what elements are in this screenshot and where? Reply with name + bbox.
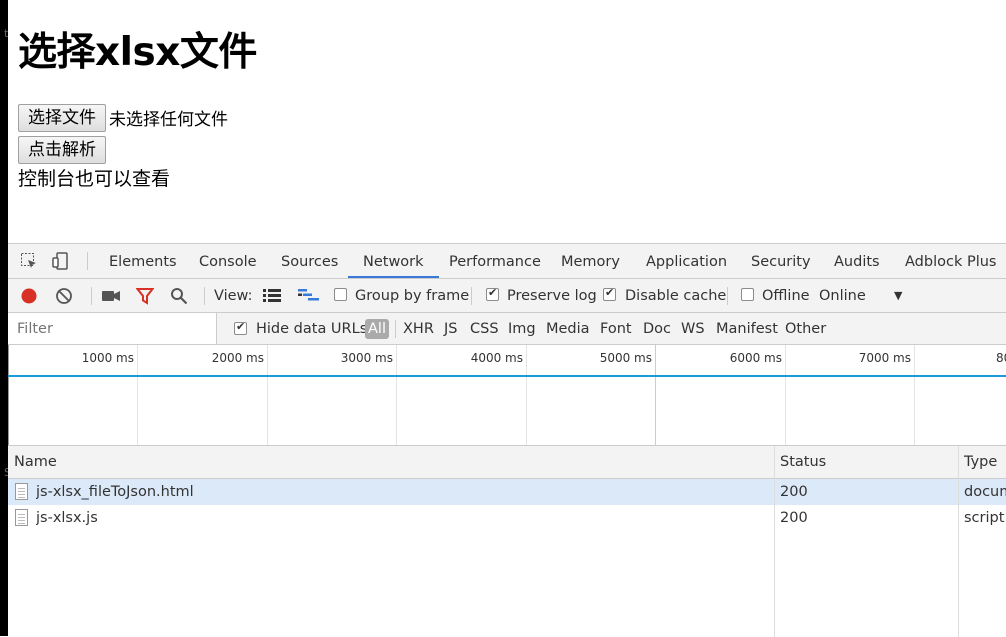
devtools-tabbar: Elements Console Sources Network Perform… bbox=[8, 244, 1006, 279]
network-toolbar: View: Group by frame Preserve log Disabl… bbox=[8, 279, 1006, 313]
request-type: script bbox=[964, 510, 1005, 526]
filter-type-all[interactable]: All bbox=[365, 319, 389, 339]
column-divider[interactable] bbox=[774, 446, 775, 637]
tab-network[interactable]: Network bbox=[348, 244, 439, 278]
overview-left-edge bbox=[8, 345, 9, 445]
column-header-name[interactable]: Name bbox=[8, 446, 57, 478]
inspect-element-icon[interactable] bbox=[20, 252, 38, 270]
overview-tick bbox=[137, 345, 138, 445]
record-icon[interactable] bbox=[20, 287, 38, 305]
tab-sources[interactable]: Sources bbox=[281, 244, 338, 278]
tab-application[interactable]: Application bbox=[646, 244, 727, 278]
toolbar-divider bbox=[91, 287, 92, 305]
web-page: 选择xlsx文件 选择文件 未选择任何文件 点击解析 控制台也可以查看 bbox=[18, 0, 998, 243]
clear-icon[interactable] bbox=[55, 287, 73, 305]
overview-tick bbox=[655, 345, 656, 445]
filter-type-css[interactable]: CSS bbox=[470, 313, 499, 345]
disable-cache-label: Disable cache bbox=[625, 288, 727, 304]
tick-label: 4000 ms bbox=[470, 351, 523, 365]
column-header-type[interactable]: Type bbox=[958, 446, 997, 478]
tab-performance[interactable]: Performance bbox=[449, 244, 541, 278]
overview-tick bbox=[914, 345, 915, 445]
screenshot-camera-icon[interactable] bbox=[101, 287, 120, 305]
tab-divider bbox=[87, 252, 88, 270]
chevron-down-icon[interactable]: ▼ bbox=[894, 279, 902, 313]
column-divider[interactable] bbox=[958, 446, 959, 637]
request-name: js-xlsx_fileToJson.html bbox=[36, 484, 194, 500]
document-icon bbox=[15, 509, 28, 526]
page-title: 选择xlsx文件 bbox=[18, 30, 257, 75]
tick-label: 5000 ms bbox=[599, 351, 652, 365]
filter-type-media[interactable]: Media bbox=[546, 313, 590, 345]
overview-tick bbox=[526, 345, 527, 445]
filter-bar: Hide data URLs All XHR JS CSS Img Media … bbox=[8, 313, 1006, 345]
tab-elements[interactable]: Elements bbox=[109, 244, 177, 278]
no-file-text: 未选择任何文件 bbox=[109, 110, 228, 130]
overview-tick bbox=[396, 345, 397, 445]
toolbar-divider bbox=[727, 287, 728, 305]
filter-type-js[interactable]: JS bbox=[444, 313, 457, 345]
search-icon[interactable] bbox=[170, 287, 188, 305]
filter-type-manifest[interactable]: Manifest bbox=[716, 313, 778, 345]
request-type: docum bbox=[964, 484, 1006, 500]
request-status: 200 bbox=[780, 484, 808, 500]
toolbar-divider bbox=[204, 287, 205, 305]
disable-cache-checkbox[interactable] bbox=[603, 286, 616, 301]
table-header: Name Status Type bbox=[8, 446, 1006, 479]
filter-input[interactable] bbox=[8, 313, 217, 344]
toolbar-divider bbox=[471, 287, 472, 305]
filter-type-img[interactable]: Img bbox=[508, 313, 536, 345]
filter-divider bbox=[395, 320, 396, 338]
hide-data-urls-label: Hide data URLs bbox=[256, 321, 368, 337]
tab-security[interactable]: Security bbox=[751, 244, 811, 278]
parse-button[interactable]: 点击解析 bbox=[18, 136, 106, 164]
large-rows-icon[interactable] bbox=[263, 288, 281, 306]
throttling-select[interactable]: Online bbox=[819, 279, 866, 313]
group-by-frame-checkbox[interactable] bbox=[334, 288, 347, 301]
hide-data-urls-checkbox[interactable] bbox=[234, 320, 247, 335]
tick-label: 7000 ms bbox=[858, 351, 911, 365]
stray-char-top: t bbox=[4, 27, 9, 40]
devtools-panel: Elements Console Sources Network Perform… bbox=[8, 243, 1006, 637]
document-icon bbox=[15, 483, 28, 500]
preserve-log-checkbox[interactable] bbox=[486, 286, 499, 301]
filter-icon[interactable] bbox=[135, 287, 155, 305]
filter-type-ws[interactable]: WS bbox=[681, 313, 705, 345]
tick-label: 2000 ms bbox=[211, 351, 264, 365]
request-name: js-xlsx.js bbox=[36, 510, 98, 526]
network-request-table: Name Status Type js-xlsx_fileToJson.html… bbox=[8, 446, 1006, 637]
offline-label: Offline bbox=[762, 288, 810, 304]
tick-label: 6000 ms bbox=[729, 351, 782, 365]
tick-label: 1000 ms bbox=[81, 351, 134, 365]
timeline-bar bbox=[8, 375, 1006, 377]
network-overview: 1000 ms 2000 ms 3000 ms 4000 ms 5000 ms … bbox=[8, 345, 1006, 446]
filter-type-other[interactable]: Other bbox=[785, 313, 826, 345]
waterfall-icon[interactable] bbox=[298, 288, 319, 306]
preserve-log-label: Preserve log bbox=[507, 288, 597, 304]
request-status: 200 bbox=[780, 510, 808, 526]
filter-type-font[interactable]: Font bbox=[600, 313, 632, 345]
filter-type-xhr[interactable]: XHR bbox=[403, 313, 434, 345]
tab-console[interactable]: Console bbox=[199, 244, 257, 278]
device-toolbar-icon[interactable] bbox=[52, 252, 70, 270]
group-by-frame-label: Group by frame bbox=[355, 288, 470, 304]
table-row[interactable]: js-xlsx_fileToJson.html 200 docum bbox=[8, 479, 1006, 505]
choose-file-button[interactable]: 选择文件 bbox=[18, 104, 106, 132]
tab-audits[interactable]: Audits bbox=[834, 244, 880, 278]
tick-label: 3000 ms bbox=[340, 351, 393, 365]
filter-type-doc[interactable]: Doc bbox=[643, 313, 671, 345]
left-edge-bar bbox=[0, 0, 8, 636]
console-hint-text: 控制台也可以查看 bbox=[18, 168, 171, 190]
view-label: View: bbox=[214, 288, 253, 304]
offline-checkbox[interactable] bbox=[741, 288, 754, 301]
tab-adblock-plus[interactable]: Adblock Plus bbox=[905, 244, 996, 278]
tab-memory[interactable]: Memory bbox=[561, 244, 620, 278]
tick-label: 80 bbox=[996, 351, 1006, 365]
table-row[interactable]: js-xlsx.js 200 script bbox=[8, 505, 1006, 531]
column-header-status[interactable]: Status bbox=[774, 446, 826, 478]
overview-tick bbox=[267, 345, 268, 445]
overview-tick bbox=[785, 345, 786, 445]
